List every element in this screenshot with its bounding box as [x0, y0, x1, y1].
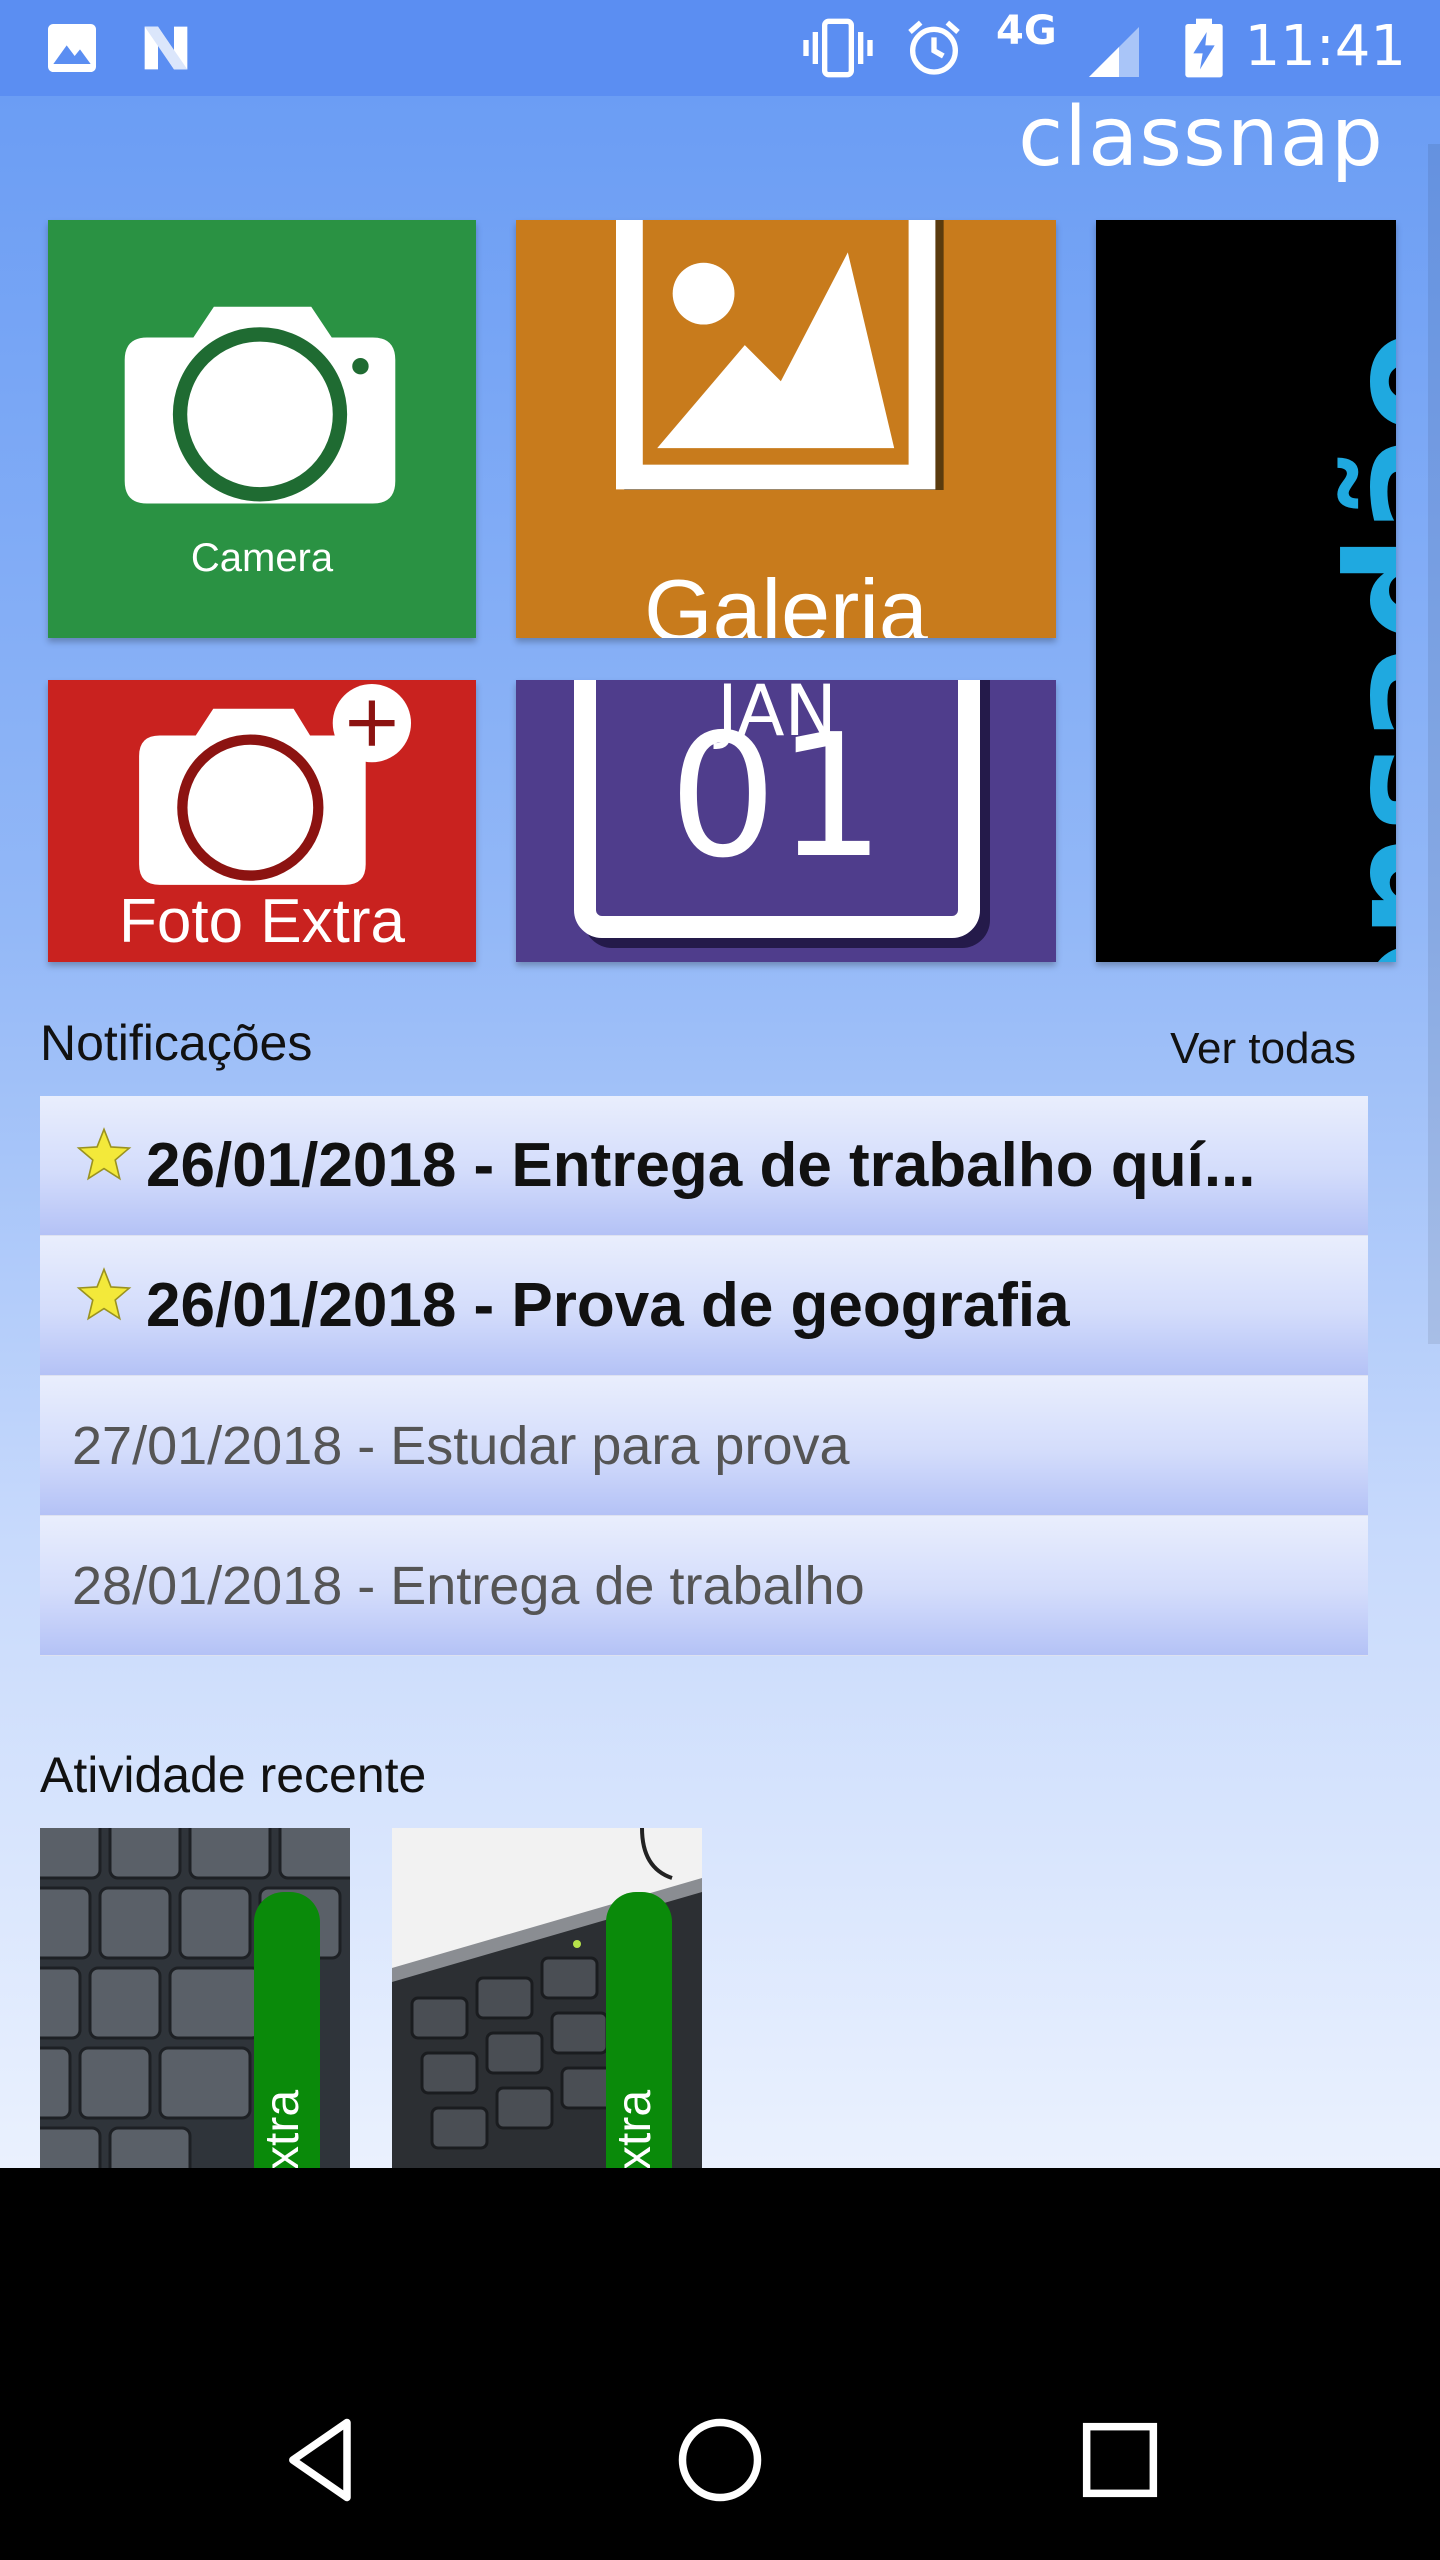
app-content: classnap Camera Galeria O Prensadão	[0, 96, 1440, 2168]
star-icon	[76, 1266, 132, 1320]
status-bar: 4G 11:41	[0, 0, 1440, 96]
notification-item[interactable]: 28/01/2018 - Entrega de trabalho	[40, 1516, 1368, 1656]
app-title: classnap	[1018, 96, 1384, 185]
camera-tile[interactable]: Camera	[48, 220, 476, 638]
notification-list: 26/01/2018 - Entrega de trabalho quí... …	[40, 1096, 1368, 1656]
calendar-icon: JAN 01	[574, 680, 980, 938]
battery-charging-icon	[1185, 18, 1223, 78]
extra-tag-label: Extra	[256, 2089, 309, 2168]
image-icon	[48, 24, 96, 72]
recent-activity-title: Atividade recente	[40, 1747, 427, 1803]
signal-icon	[1089, 27, 1139, 77]
star-icon	[76, 1126, 132, 1180]
camera-icon	[124, 306, 396, 504]
network-type: 4G	[996, 8, 1057, 54]
notification-item[interactable]: 27/01/2018 - Estudar para prova	[40, 1376, 1368, 1516]
notification-text: 26/01/2018 - Prova de geografia	[146, 1271, 1070, 1340]
notification-text: 27/01/2018 - Estudar para prova	[72, 1415, 850, 1476]
galeria-label: Galeria	[644, 561, 928, 638]
back-icon[interactable]	[272, 2410, 372, 2510]
calendar-tile[interactable]: JAN 01	[516, 680, 1056, 962]
foto-extra-tile[interactable]: Foto Extra	[48, 680, 476, 962]
notification-text: 26/01/2018 - Entrega de trabalho quí...	[146, 1131, 1256, 1200]
extra-tag-label: Extra	[608, 2089, 661, 2168]
clock: 11:41	[1244, 14, 1406, 79]
foto-extra-label: Foto Extra	[119, 887, 405, 956]
notification-item[interactable]: 26/01/2018 - Prova de geografia	[40, 1236, 1368, 1376]
notifications-title: Notificações	[40, 1015, 313, 1071]
recent-activity-item[interactable]: Extra	[392, 1828, 702, 2168]
notification-item[interactable]: 26/01/2018 - Entrega de trabalho quí...	[40, 1096, 1368, 1236]
see-all-link[interactable]: Ver todas	[1170, 1024, 1356, 1074]
home-icon[interactable]	[670, 2410, 770, 2510]
banner-text: O Prensadão	[1316, 330, 1396, 962]
camera-plus-icon	[139, 684, 412, 885]
scrollbar[interactable]	[1428, 144, 1440, 1344]
vibrate-icon	[803, 18, 873, 78]
n-logo-icon	[144, 26, 188, 70]
extra-tag: Extra	[254, 1892, 320, 2168]
picture-icon	[616, 220, 944, 490]
recent-activity-item[interactable]: Extra	[40, 1828, 350, 2168]
recents-icon[interactable]	[1070, 2410, 1170, 2510]
prensadao-banner[interactable]: O Prensadão	[1096, 220, 1396, 962]
alarm-icon	[908, 20, 960, 75]
notification-text: 28/01/2018 - Entrega de trabalho	[72, 1555, 865, 1616]
camera-label: Camera	[190, 536, 334, 580]
galeria-tile[interactable]: Galeria	[516, 220, 1056, 638]
extra-tag: Extra	[606, 1892, 672, 2168]
calendar-day: 01	[668, 698, 886, 896]
